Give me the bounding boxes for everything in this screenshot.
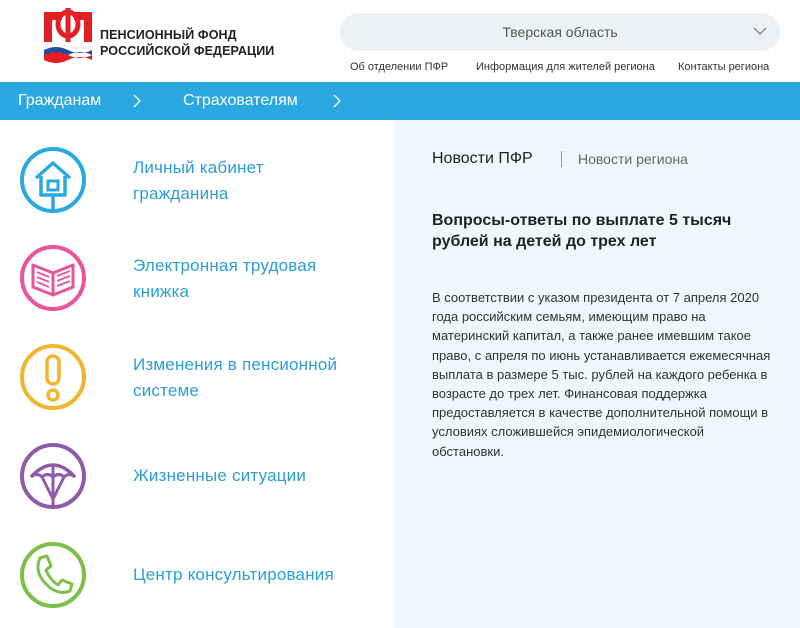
menu-item-consulting-center[interactable]: Центр консультирования: [0, 530, 394, 620]
main-navbar: Гражданам Страхователям: [0, 82, 800, 120]
menu-label-line2: системе: [133, 381, 200, 400]
menu-item-pension-changes[interactable]: Изменения в пенсионной системе: [0, 332, 394, 422]
menu-item-label: Электронная трудовая книжка: [133, 253, 316, 305]
menu-item-label: Личный кабинет гражданина: [133, 155, 264, 207]
tab-pfr-news[interactable]: Новости ПФР: [432, 150, 533, 168]
menu-label-line2: гражданина: [133, 184, 229, 203]
news-panel: Новости ПФР Новости региона Вопросы-отве…: [394, 120, 800, 628]
menu-item-label: Центр консультирования: [133, 562, 334, 588]
menu-label-line1: Жизненные ситуации: [133, 466, 307, 485]
menu-item-personal-account[interactable]: Личный кабинет гражданина: [0, 135, 394, 225]
menu-item-label: Изменения в пенсионной системе: [133, 352, 337, 404]
chevron-right-icon: [333, 94, 341, 108]
menu-item-label: Жизненные ситуации: [133, 463, 306, 489]
umbrella-icon: [20, 443, 86, 509]
pfr-logo-icon[interactable]: [38, 6, 98, 64]
link-region-contacts[interactable]: Контакты региона: [678, 61, 769, 73]
book-icon: [20, 245, 86, 311]
tab-divider: [561, 151, 562, 167]
menu-label-line2: книжка: [133, 282, 190, 301]
house-icon: [20, 147, 86, 213]
link-about-branch[interactable]: Об отделении ПФР: [350, 61, 448, 73]
phone-icon: [20, 542, 86, 608]
site-header: ПЕНСИОННЫЙ ФОНД РОССИЙСКОЙ ФЕДЕРАЦИИ Тве…: [0, 0, 800, 82]
news-body: В соответствии с указом президента от 7 …: [432, 290, 771, 459]
top-links: Об отделении ПФР Информация для жителей …: [340, 61, 780, 75]
tab-region-news[interactable]: Новости региона: [578, 151, 688, 167]
region-select-value: Тверская область: [502, 24, 618, 40]
menu-label-line1: Личный кабинет: [133, 158, 264, 177]
menu-item-life-situations[interactable]: Жизненные ситуации: [0, 431, 394, 521]
region-select[interactable]: Тверская область: [340, 13, 780, 51]
exclamation-icon: [20, 344, 86, 410]
menu-label-line1: Изменения в пенсионной: [133, 355, 338, 374]
menu-label-line1: Электронная трудовая: [133, 256, 317, 275]
nav-item-employers[interactable]: Страхователям: [183, 82, 298, 120]
org-name[interactable]: ПЕНСИОННЫЙ ФОНД РОССИЙСКОЙ ФЕДЕРАЦИИ: [100, 27, 274, 59]
menu-label-line1: Центр консультирования: [133, 565, 334, 584]
nav-item-citizens[interactable]: Гражданам: [18, 82, 101, 120]
org-name-line2: РОССИЙСКОЙ ФЕДЕРАЦИИ: [100, 44, 275, 58]
chevron-right-icon: [133, 94, 141, 108]
link-region-info[interactable]: Информация для жителей региона: [476, 61, 655, 73]
org-name-line1: ПЕНСИОННЫЙ ФОНД: [100, 28, 237, 42]
news-title[interactable]: Вопросы-ответы по выплате 5 тысяч рублей…: [432, 210, 777, 252]
menu-item-electronic-workbook[interactable]: Электронная трудовая книжка: [0, 233, 394, 323]
chevron-down-icon: [753, 27, 767, 36]
